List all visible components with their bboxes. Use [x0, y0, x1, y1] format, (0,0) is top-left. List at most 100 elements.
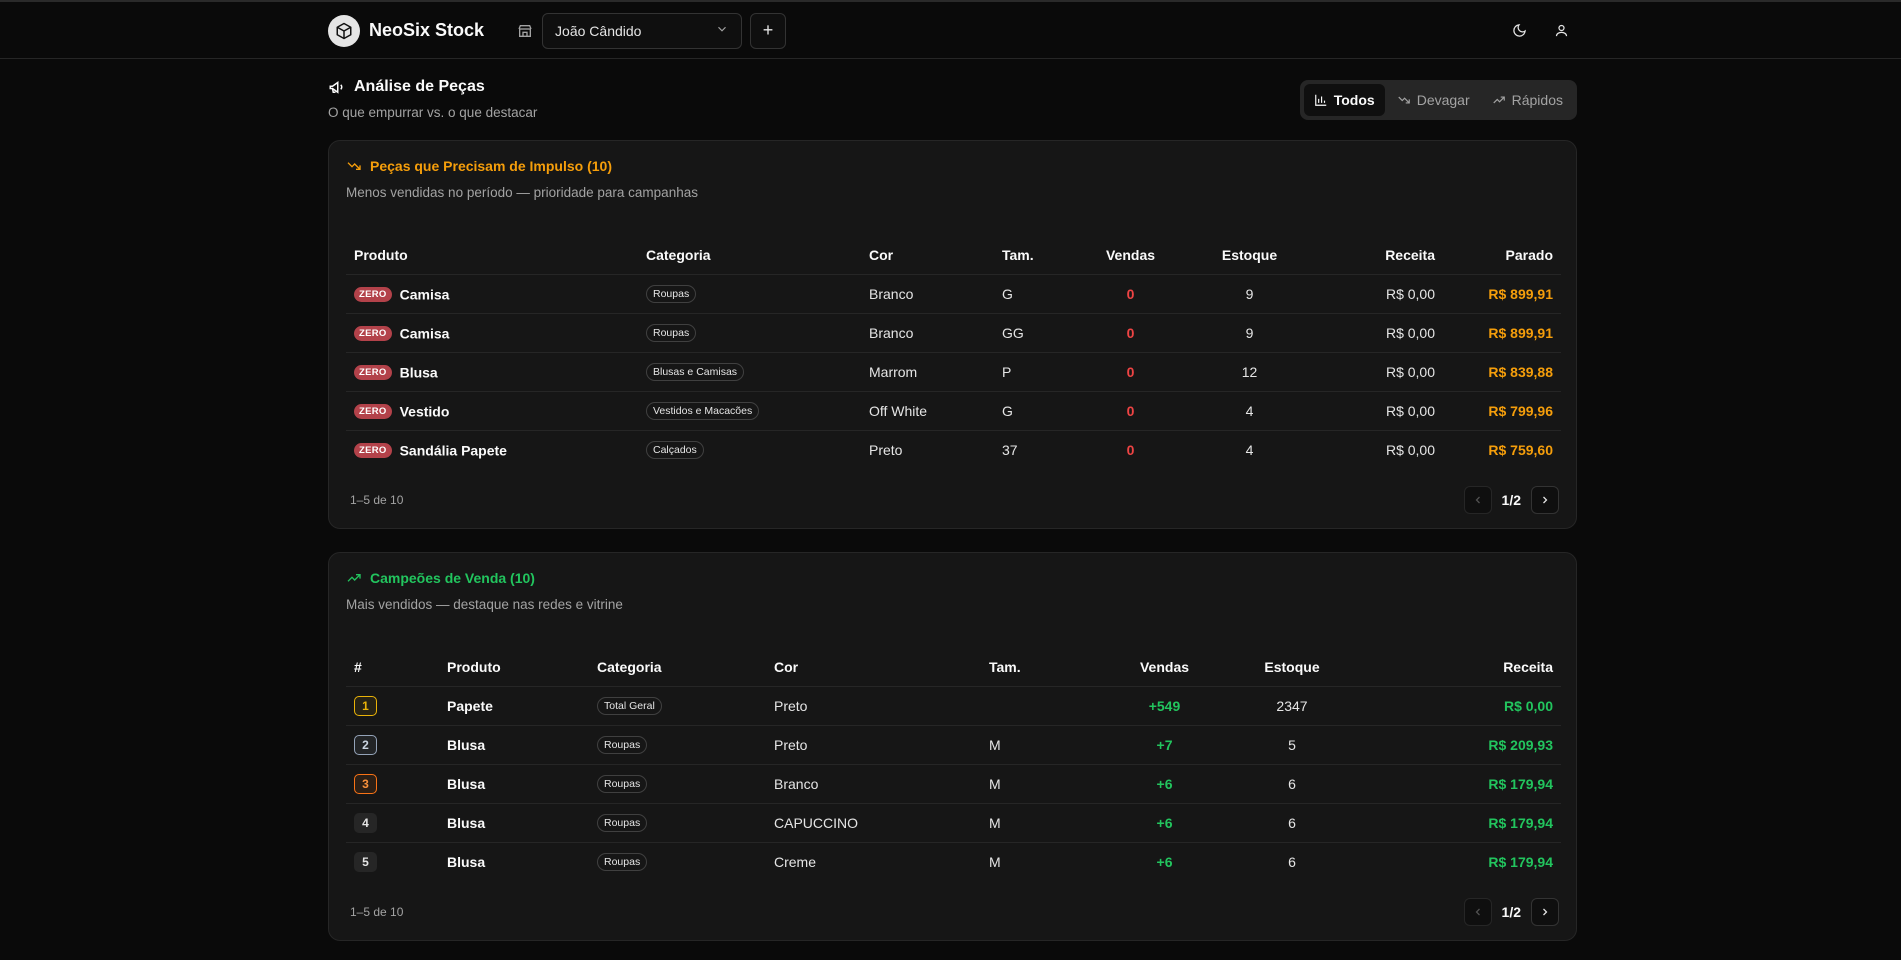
rank-badge: 4	[354, 812, 377, 833]
category-cell: Calçados	[638, 430, 861, 469]
column-header[interactable]: Parado	[1443, 236, 1561, 275]
column-header[interactable]: Tam.	[994, 236, 1077, 275]
stock-cell: 6	[1227, 803, 1357, 843]
column-header[interactable]: Estoque	[1227, 648, 1357, 687]
table-row[interactable]: 4 Blusa Roupas CAPUCCINO M +6 6 R$ 179,94	[346, 803, 1561, 843]
stock-cell: 5	[1227, 725, 1357, 765]
chevron-down-icon	[715, 22, 729, 39]
table-row[interactable]: ZERO Camisa Roupas Branco GG 0 9 R$ 0,00 R$ 899,…	[346, 313, 1561, 353]
top-card-description: Mais vendidos — destaque nas redes e vit…	[346, 597, 623, 612]
sales-cell: +549	[1102, 686, 1227, 726]
product-cell: ZERO Blusa	[346, 352, 638, 392]
stock-cell: 12	[1184, 352, 1315, 392]
slow-card-title: Peças que Precisam de Impulso (10)	[346, 158, 612, 174]
next-page-button[interactable]	[1531, 898, 1559, 926]
zero-badge: ZERO	[354, 286, 392, 302]
stock-cell: 9	[1184, 313, 1315, 353]
color-cell: CAPUCCINO	[766, 803, 981, 843]
rank-cell: 5	[346, 842, 439, 881]
sales-cell: 0	[1077, 391, 1184, 431]
column-header[interactable]: Vendas	[1102, 648, 1227, 687]
revenue-cell: R$ 0,00	[1315, 274, 1443, 314]
product-name: Camisa	[399, 325, 450, 342]
rank-cell: 1	[346, 686, 439, 726]
next-page-button[interactable]	[1531, 486, 1559, 514]
size-cell: M	[989, 853, 1001, 870]
category-cell: Roupas	[638, 313, 861, 353]
category-cell: Roupas	[589, 803, 766, 843]
product-cell: ZERO Vestido	[346, 391, 638, 431]
product-cell: ZERO Camisa	[346, 313, 638, 353]
column-header[interactable]: Receita	[1315, 236, 1443, 275]
table-row[interactable]: ZERO Blusa Blusas e Camisas Marrom P 0 12 R$ 0,…	[346, 352, 1561, 392]
column-header[interactable]: Categoria	[638, 236, 861, 275]
theme-toggle-button[interactable]	[1503, 15, 1535, 47]
filter-devagar-button[interactable]: Devagar	[1387, 84, 1480, 116]
chevron-right-icon	[1543, 908, 1548, 916]
trending-down-icon	[347, 162, 361, 170]
chevron-left-icon	[1475, 908, 1480, 916]
table-row[interactable]: ZERO Sandália Papete Calçados Preto 37 0 4 R$ 0…	[346, 430, 1561, 469]
size-cell: GG	[994, 313, 1077, 353]
add-store-button[interactable]: +	[750, 12, 787, 49]
color-cell: Branco	[861, 313, 994, 353]
product-name: Blusa	[399, 364, 438, 381]
plus-icon: +	[762, 20, 774, 40]
sales-cell: +6	[1156, 853, 1173, 870]
category-cell: Roupas	[638, 274, 861, 314]
table-row[interactable]: 1 Papete Total Geral Preto +549 2347 R$ 0,00	[346, 686, 1561, 726]
page-header: Análise de Peças O que empurrar vs. o qu…	[328, 78, 1577, 124]
revenue-cell: R$ 0,00	[1315, 352, 1443, 392]
size-cell: M	[981, 803, 1102, 843]
moon-icon	[1512, 24, 1526, 37]
table-row[interactable]: ZERO Vestido Vestidos e Macacões Off White G…	[346, 391, 1561, 431]
revenue-cell: R$ 179,94	[1357, 764, 1561, 804]
category-badge: Vestidos e Macacões	[646, 402, 760, 420]
top-bar: NeoSix Stock João Cândido +	[0, 0, 1901, 59]
prev-page-button[interactable]	[1463, 486, 1492, 514]
column-header[interactable]: Cor	[861, 236, 994, 275]
category-badge: Blusas e Camisas	[646, 363, 745, 381]
rank-cell: 4	[346, 803, 439, 843]
top-sellers-table: # Produto Categoria Cor Tam. Vendas Esto…	[346, 648, 1561, 881]
column-header[interactable]: #	[346, 648, 439, 687]
zero-badge: ZERO	[354, 403, 392, 419]
size-cell: M	[981, 725, 1102, 765]
sales-cell: 0	[1077, 274, 1184, 314]
product-name: Camisa	[399, 286, 450, 303]
filter-todos-button[interactable]: Todos	[1303, 84, 1385, 116]
column-header[interactable]: Cor	[766, 648, 981, 687]
table-header-row: # Produto Categoria Cor Tam. Vendas Esto…	[346, 648, 1561, 687]
table-row[interactable]: 5 Blusa Roupas Creme M +6 6 R$ 179,94	[346, 842, 1561, 881]
column-header[interactable]: Vendas	[1077, 236, 1184, 275]
column-header[interactable]: Produto	[346, 236, 638, 275]
revenue-cell: R$ 209,93	[1357, 725, 1561, 765]
table-row[interactable]: ZERO Camisa Roupas Branco G 0 9 R$ 0,00 R$ 899,9…	[346, 274, 1561, 314]
column-header[interactable]: Tam.	[981, 648, 1102, 687]
revenue-cell: R$ 179,94	[1488, 853, 1553, 870]
store-select[interactable]: João Cândido	[542, 12, 743, 49]
prev-page-button[interactable]	[1463, 898, 1492, 926]
idle-value-cell: R$ 799,96	[1443, 391, 1561, 431]
column-header[interactable]: Categoria	[589, 648, 766, 687]
package-logo-icon[interactable]	[328, 14, 360, 47]
user-menu-button[interactable]	[1545, 15, 1577, 47]
color-cell: Off White	[861, 391, 994, 431]
size-cell: G	[994, 391, 1077, 431]
category-badge: Roupas	[597, 736, 648, 754]
table-row[interactable]: 3 Blusa Roupas Branco M +6 6 R$ 179,94	[346, 764, 1561, 804]
sales-cell: 0	[1126, 441, 1135, 458]
stock-cell: 9	[1184, 274, 1315, 314]
filter-rapidos-button[interactable]: Rápidos	[1482, 84, 1573, 116]
revenue-cell: R$ 0,00	[1315, 313, 1443, 353]
table-row[interactable]: 2 Blusa Roupas Preto M +7 5 R$ 209,93	[346, 725, 1561, 765]
column-header[interactable]: Estoque	[1184, 236, 1315, 275]
idle-value-cell: R$ 899,91	[1443, 274, 1561, 314]
zero-badge: ZERO	[354, 325, 392, 341]
sales-cell: 0	[1077, 313, 1184, 353]
column-header[interactable]: Produto	[439, 648, 589, 687]
brand-name[interactable]: NeoSix Stock	[369, 20, 484, 41]
filter-todos-label: Todos	[1333, 92, 1375, 108]
column-header[interactable]: Receita	[1357, 648, 1561, 687]
product-name: Blusa	[447, 853, 486, 870]
